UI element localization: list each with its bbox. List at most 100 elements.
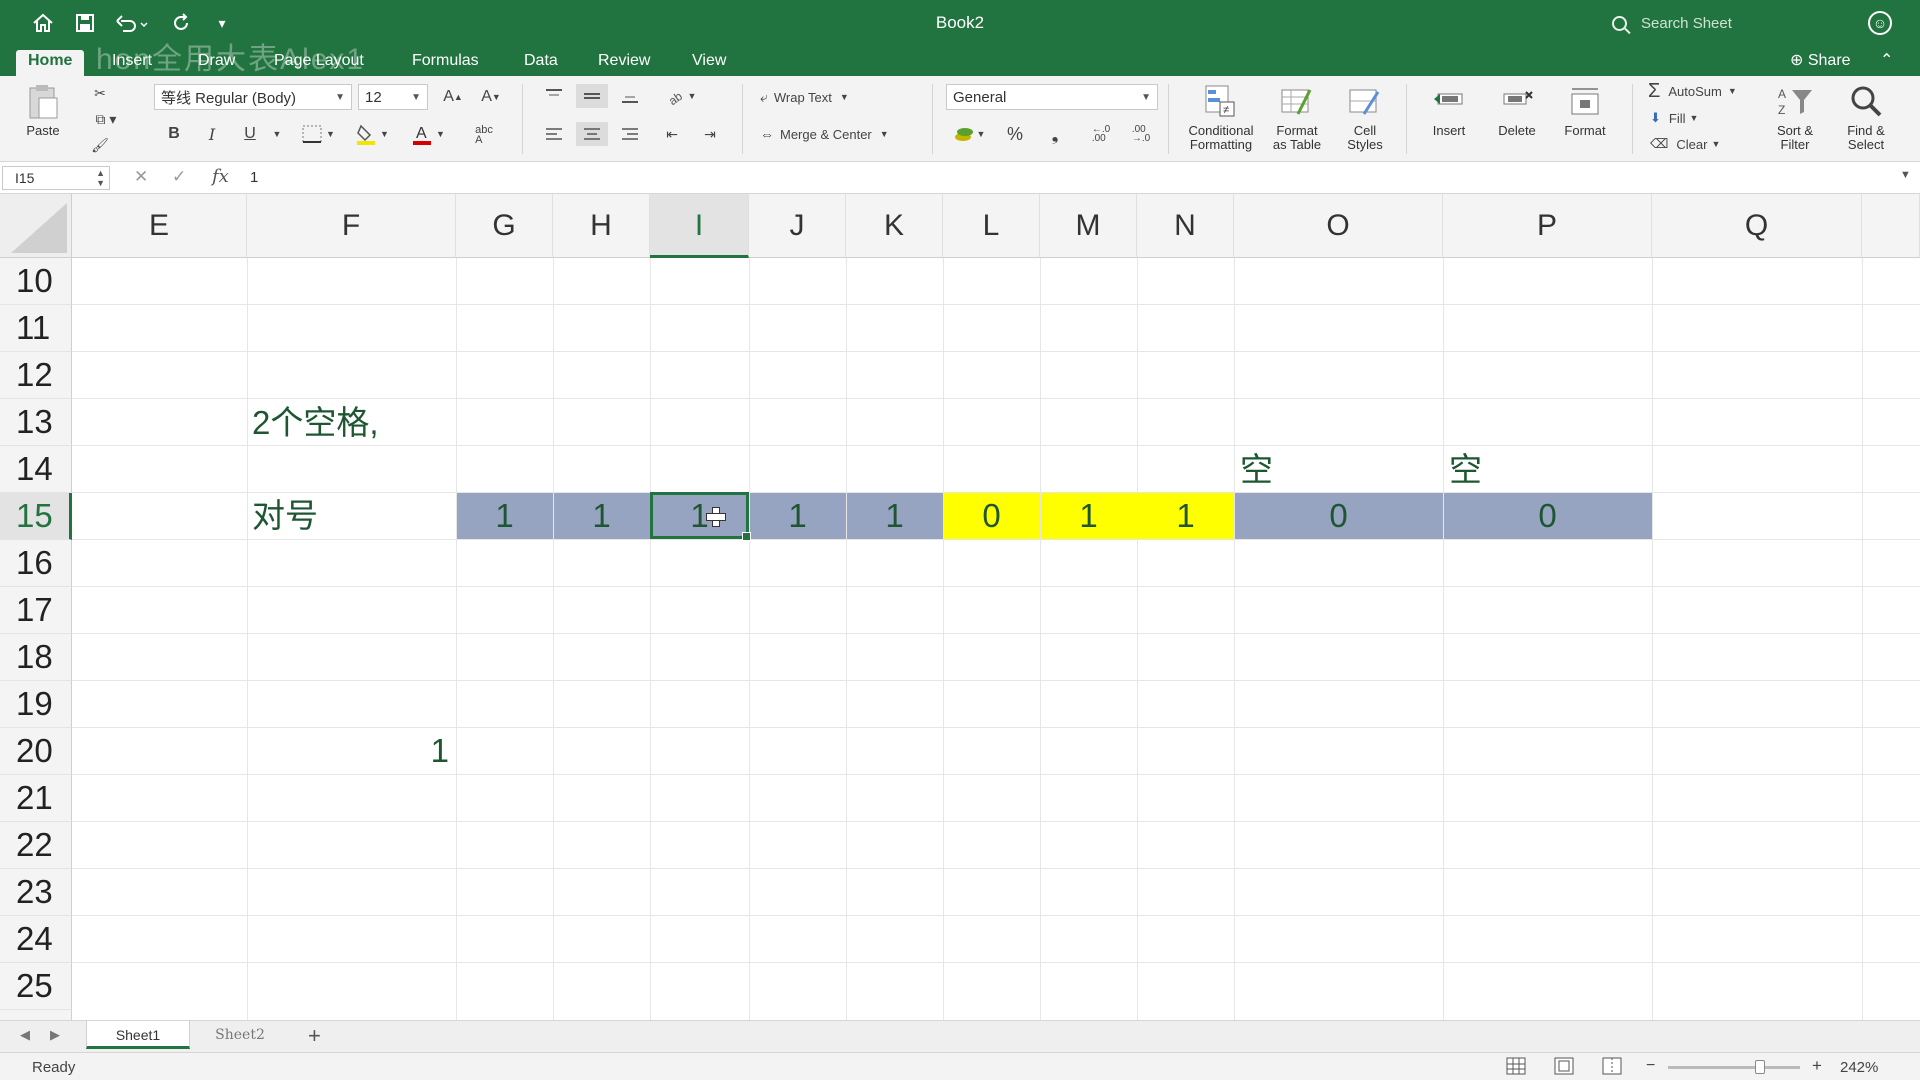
column-header-n[interactable]: N xyxy=(1137,194,1234,258)
insert-function-icon[interactable]: fx xyxy=(212,166,229,187)
cell-p15[interactable]: 0 xyxy=(1443,493,1652,539)
format-as-table-button[interactable]: Format as Table xyxy=(1262,84,1332,152)
row-header-24[interactable]: 24 xyxy=(0,916,72,963)
row-header-20[interactable]: 20 xyxy=(0,728,72,775)
row-header-10[interactable]: 10 xyxy=(0,258,72,305)
accounting-format-icon[interactable]: ▼ xyxy=(946,122,992,146)
row-header-16[interactable]: 16 xyxy=(0,540,72,587)
worksheet-grid[interactable]: E F G H I J K L M N O P Q 10 11 12 13 14… xyxy=(0,194,1920,1020)
row-header-14[interactable]: 14 xyxy=(0,446,72,493)
tab-insert[interactable]: Insert xyxy=(100,50,164,76)
row-header-17[interactable]: 17 xyxy=(0,587,72,634)
row-header-22[interactable]: 22 xyxy=(0,822,72,869)
customize-toolbar-icon[interactable]: ▾ xyxy=(212,10,232,36)
name-box-spinner-icon[interactable]: ▲ ▼ xyxy=(96,168,105,188)
search-sheet[interactable]: Search Sheet xyxy=(1612,12,1822,34)
column-header-i[interactable]: I xyxy=(650,194,749,258)
tab-formulas[interactable]: Formulas xyxy=(400,50,491,76)
sort-filter-button[interactable]: AZ Sort & Filter xyxy=(1758,84,1832,152)
fill-color-icon[interactable]: ▼ xyxy=(348,122,396,146)
tab-page-layout[interactable]: Page Layout xyxy=(262,50,376,76)
cancel-entry-icon[interactable]: ✕ xyxy=(134,167,148,187)
cell-f20[interactable]: 1 xyxy=(247,728,449,774)
bold-button[interactable]: B xyxy=(160,122,188,146)
decrease-indent-icon[interactable]: ⇤ xyxy=(656,122,688,146)
format-painter-icon[interactable]: 🖌 xyxy=(88,134,112,156)
zoom-slider[interactable] xyxy=(1668,1066,1800,1069)
clear-button[interactable]: ⌫ Clear ▼ xyxy=(1650,134,1720,154)
add-sheet-icon[interactable]: + xyxy=(308,1023,321,1049)
row-header-15[interactable]: 15 xyxy=(0,493,72,540)
underline-button[interactable]: U xyxy=(236,122,264,146)
orientation-icon[interactable]: ab ▼ xyxy=(656,84,706,108)
sheet-tab-sheet1[interactable]: Sheet1 xyxy=(86,1021,190,1049)
row-header-11[interactable]: 11 xyxy=(0,305,72,352)
column-header-p[interactable]: P xyxy=(1443,194,1652,258)
font-size-select[interactable]: 12 ▼ xyxy=(358,84,428,110)
column-header-g[interactable]: G xyxy=(456,194,553,258)
align-bottom-icon[interactable] xyxy=(614,84,646,108)
collapse-ribbon-icon[interactable]: ⌃ xyxy=(1880,50,1893,72)
name-box[interactable]: I15 ▲ ▼ xyxy=(2,166,110,190)
zoom-level[interactable]: 242% xyxy=(1840,1059,1878,1076)
percent-style-button[interactable]: % xyxy=(998,122,1032,146)
column-header-o[interactable]: O xyxy=(1234,194,1443,258)
phonetic-guide-icon[interactable]: abc A xyxy=(460,122,508,148)
number-format-select[interactable]: General ▼ xyxy=(946,84,1158,110)
wrap-text-button[interactable]: ⤶ Wrap Text ▼ xyxy=(760,86,849,108)
normal-view-icon[interactable] xyxy=(1506,1057,1526,1075)
decrease-font-size-icon[interactable]: A ▼ xyxy=(474,85,508,109)
formula-input[interactable]: 1 xyxy=(250,169,258,186)
cell-j15[interactable]: 1 xyxy=(749,493,846,539)
row-header-21[interactable]: 21 xyxy=(0,775,72,822)
cell-n15[interactable]: 1 xyxy=(1137,493,1234,539)
align-center-icon[interactable] xyxy=(576,122,608,146)
zoom-in-icon[interactable]: + xyxy=(1812,1056,1822,1076)
column-header-j[interactable]: J xyxy=(749,194,846,258)
decrease-decimal-icon[interactable]: .00 →.0 xyxy=(1124,122,1158,146)
align-top-icon[interactable] xyxy=(538,84,570,108)
insert-cells-button[interactable]: Insert xyxy=(1416,84,1482,138)
cell-styles-button[interactable]: Cell Styles xyxy=(1330,84,1400,152)
cell-o15[interactable]: 0 xyxy=(1234,493,1443,539)
merge-center-button[interactable]: ⇔ Merge & Center ▼ xyxy=(760,122,889,146)
active-cell-selection[interactable] xyxy=(650,492,751,541)
confirm-entry-icon[interactable]: ✓ xyxy=(172,167,186,187)
column-header-k[interactable]: K xyxy=(846,194,943,258)
row-header-23[interactable]: 23 xyxy=(0,869,72,916)
row-header-25[interactable]: 25 xyxy=(0,963,72,1010)
comma-style-icon[interactable]: ❟ xyxy=(1038,122,1072,146)
row-header-19[interactable]: 19 xyxy=(0,681,72,728)
share-button[interactable]: ⊕ Share xyxy=(1790,50,1851,72)
page-layout-view-icon[interactable] xyxy=(1554,1057,1574,1075)
borders-icon[interactable]: ▼ xyxy=(294,122,342,146)
align-middle-icon[interactable] xyxy=(576,84,608,108)
row-header-12[interactable]: 12 xyxy=(0,352,72,399)
paste-button[interactable]: Paste xyxy=(8,84,78,138)
row-header-13[interactable]: 13 xyxy=(0,399,72,446)
increase-decimal-icon[interactable]: ←.0.00 xyxy=(1084,122,1118,146)
font-name-select[interactable]: 等线 Regular (Body) ▼ xyxy=(154,84,352,110)
sheet-tab-sheet2[interactable]: Sheet2 xyxy=(190,1021,290,1049)
column-header-q[interactable]: Q xyxy=(1652,194,1862,258)
conditional-formatting-button[interactable]: ≠ Conditional Formatting xyxy=(1178,84,1264,152)
cell-h15[interactable]: 1 xyxy=(553,493,650,539)
row-header-18[interactable]: 18 xyxy=(0,634,72,681)
find-select-button[interactable]: Find & Select xyxy=(1830,84,1902,152)
tab-view[interactable]: View xyxy=(680,50,738,76)
cell-f15[interactable]: 对号 xyxy=(252,493,318,539)
expand-formula-bar-icon[interactable]: ▼ xyxy=(1900,169,1911,181)
home-icon[interactable] xyxy=(30,10,56,36)
cell-l15[interactable]: 0 xyxy=(943,493,1040,539)
increase-font-size-icon[interactable]: A ▲ xyxy=(436,85,470,109)
cell-m15[interactable]: 1 xyxy=(1040,493,1137,539)
feedback-smiley-icon[interactable]: ☺ xyxy=(1868,11,1892,35)
format-cells-button[interactable]: Format xyxy=(1552,84,1618,138)
zoom-slider-thumb[interactable] xyxy=(1755,1060,1765,1074)
align-left-icon[interactable] xyxy=(538,122,570,146)
row-header-26[interactable] xyxy=(0,1010,72,1020)
redo-icon[interactable] xyxy=(168,10,194,36)
cell-k15[interactable]: 1 xyxy=(846,493,943,539)
page-break-view-icon[interactable] xyxy=(1602,1057,1622,1075)
scroll-sheets-right-icon[interactable]: ▶ xyxy=(50,1027,60,1043)
